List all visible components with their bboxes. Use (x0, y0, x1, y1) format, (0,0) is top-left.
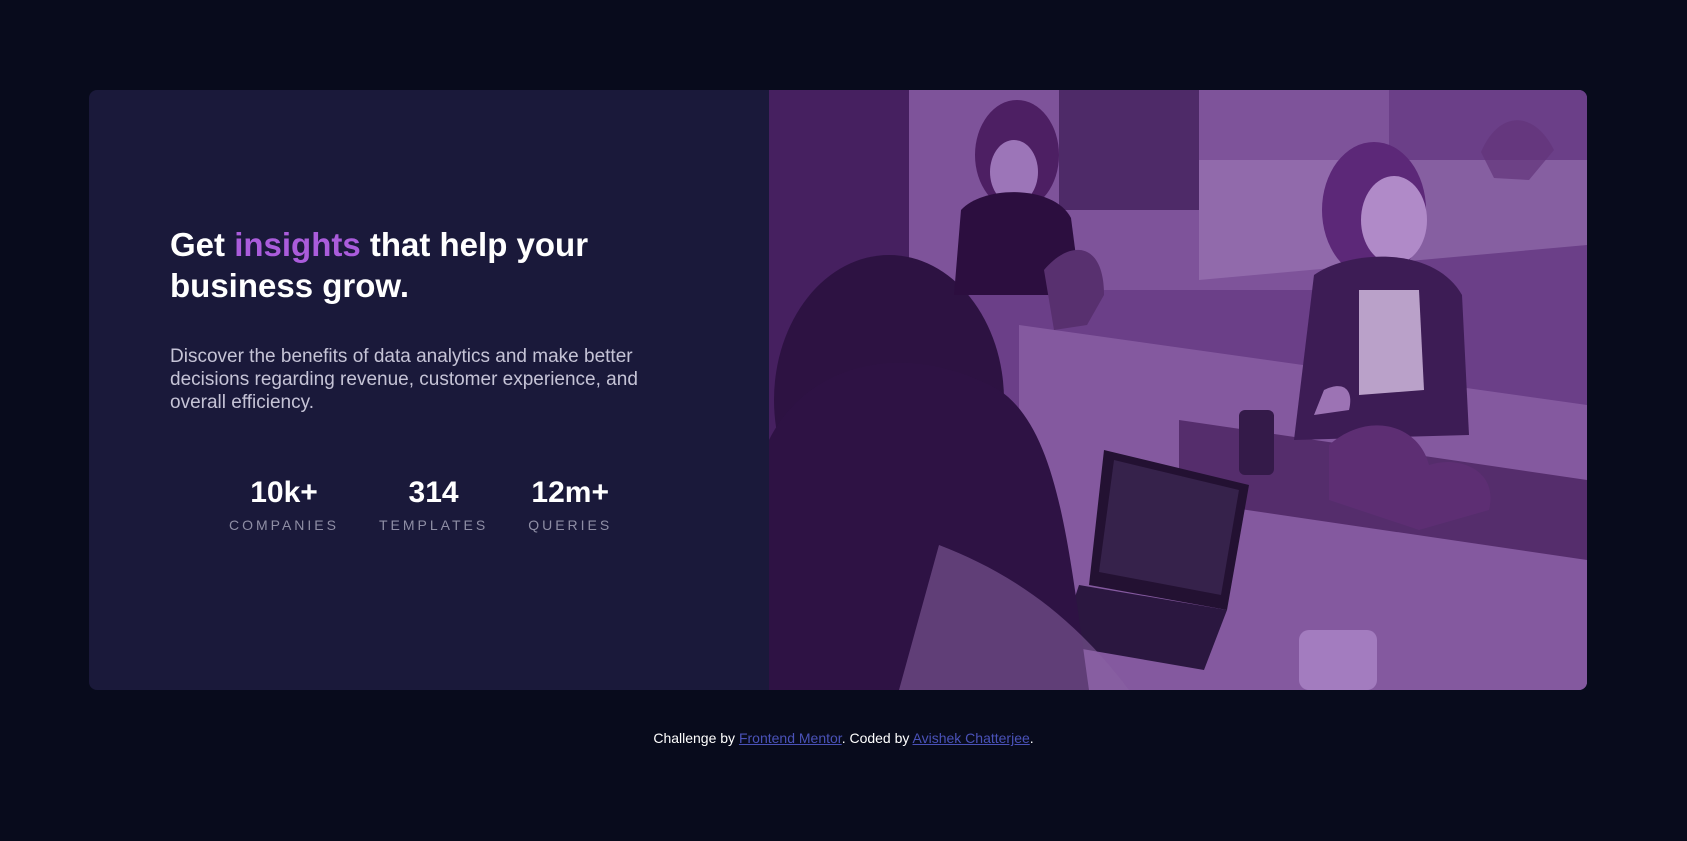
stat-label: QUERIES (528, 517, 613, 533)
stat-value: 314 (408, 476, 459, 509)
stat-companies: 10k+ COMPANIES (229, 475, 339, 534)
stat-value: 10k+ (250, 476, 318, 509)
office-illustration (769, 90, 1587, 690)
frontend-mentor-link[interactable]: Frontend Mentor (739, 730, 842, 746)
attribution-middle: . Coded by (841, 730, 913, 746)
stat-label: TEMPLATES (378, 517, 489, 533)
headline-start: Get (170, 226, 235, 263)
author-link[interactable]: Avishek Chatterjee (913, 730, 1030, 746)
headline: Get insights that help your business gro… (170, 224, 640, 306)
headline-accent-word: insights (234, 226, 361, 263)
stat-templates: 314 TEMPLATES (379, 475, 488, 534)
attribution-prefix: Challenge by (653, 730, 739, 746)
stat-queries: 12m+ QUERIES (528, 475, 612, 534)
attribution: Challenge by Frontend Mentor. Coded by A… (0, 728, 1687, 748)
card-content: Get insights that help your business gro… (89, 90, 769, 690)
stat-value: 12m+ (531, 476, 609, 509)
stats-list: 10k+ COMPANIES 314 TEMPLATES 12m+ QUERIE… (229, 475, 612, 534)
description: Discover the benefits of data analytics … (170, 346, 638, 413)
stat-label: COMPANIES (229, 517, 339, 533)
stats-preview-card: Get insights that help your business gro… (89, 90, 1587, 690)
attribution-suffix: . (1029, 730, 1034, 746)
office-team-image (769, 90, 1587, 690)
